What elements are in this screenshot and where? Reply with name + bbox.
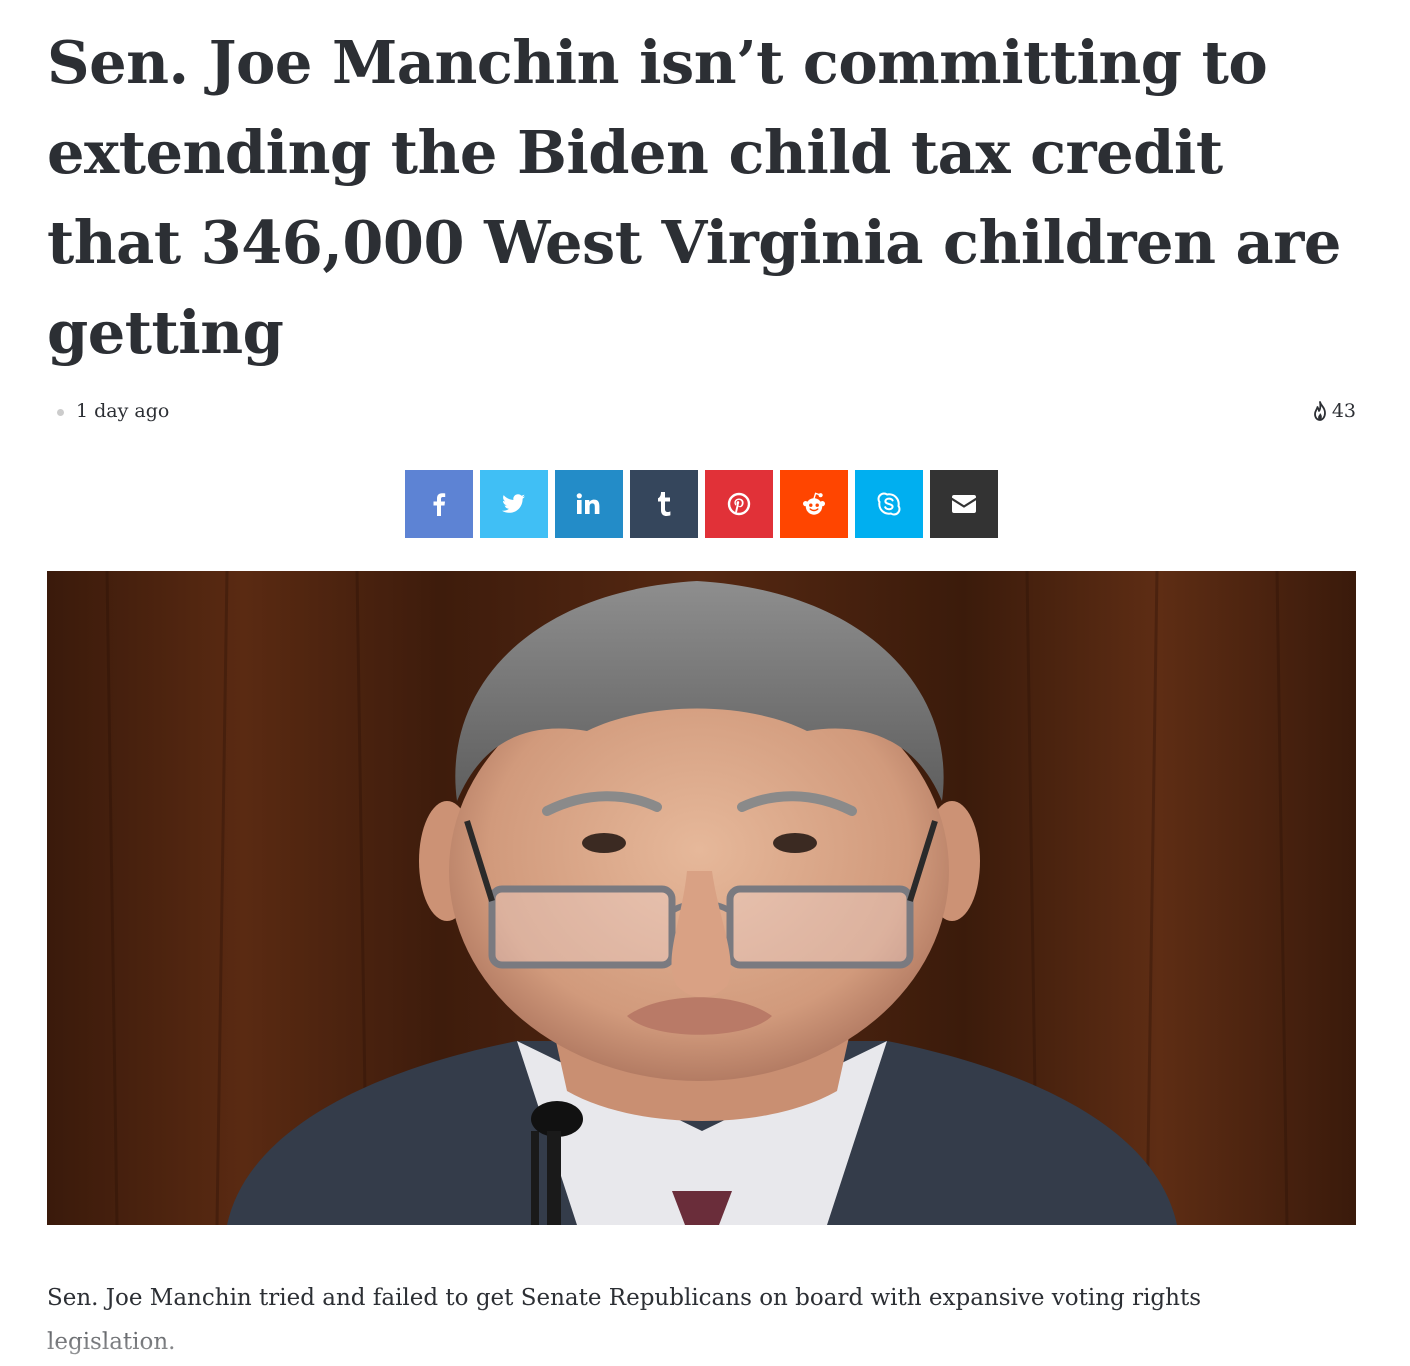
facebook-icon [433, 493, 446, 516]
share-buttons [405, 470, 998, 538]
tumblr-icon [658, 492, 671, 516]
share-tumblr-button[interactable] [630, 470, 698, 538]
reddit-icon [803, 492, 825, 515]
views-count: 43 [1331, 400, 1356, 422]
fire-icon [1313, 401, 1326, 421]
twitter-icon [502, 494, 525, 513]
post-views: 43 [1312, 400, 1356, 422]
linkedin-icon [576, 493, 600, 514]
pinterest-icon [727, 492, 751, 516]
share-facebook-button[interactable] [405, 470, 473, 538]
share-twitter-button[interactable] [480, 470, 548, 538]
article: Sen. Joe Manchin isn’t committing to ext… [47, 0, 1356, 1355]
post-date: 1 day ago [76, 400, 170, 422]
featured-image[interactable] [47, 571, 1356, 1225]
article-title: Sen. Joe Manchin isn’t committing to ext… [47, 28, 1341, 367]
share-email-button[interactable] [930, 470, 998, 538]
share-reddit-button[interactable] [780, 470, 848, 538]
meta-dot [57, 409, 64, 416]
share-skype-button[interactable] [855, 470, 923, 538]
skype-icon [877, 492, 901, 516]
post-meta: 1 day ago 43 [47, 398, 1356, 428]
envelope-icon [952, 495, 976, 513]
share-linkedin-button[interactable] [555, 470, 623, 538]
image-caption: Sen. Joe Manchin tried and failed to get… [47, 1285, 1202, 1355]
share-pinterest-button[interactable] [705, 470, 773, 538]
featured-photo-illustration [47, 571, 1356, 1225]
